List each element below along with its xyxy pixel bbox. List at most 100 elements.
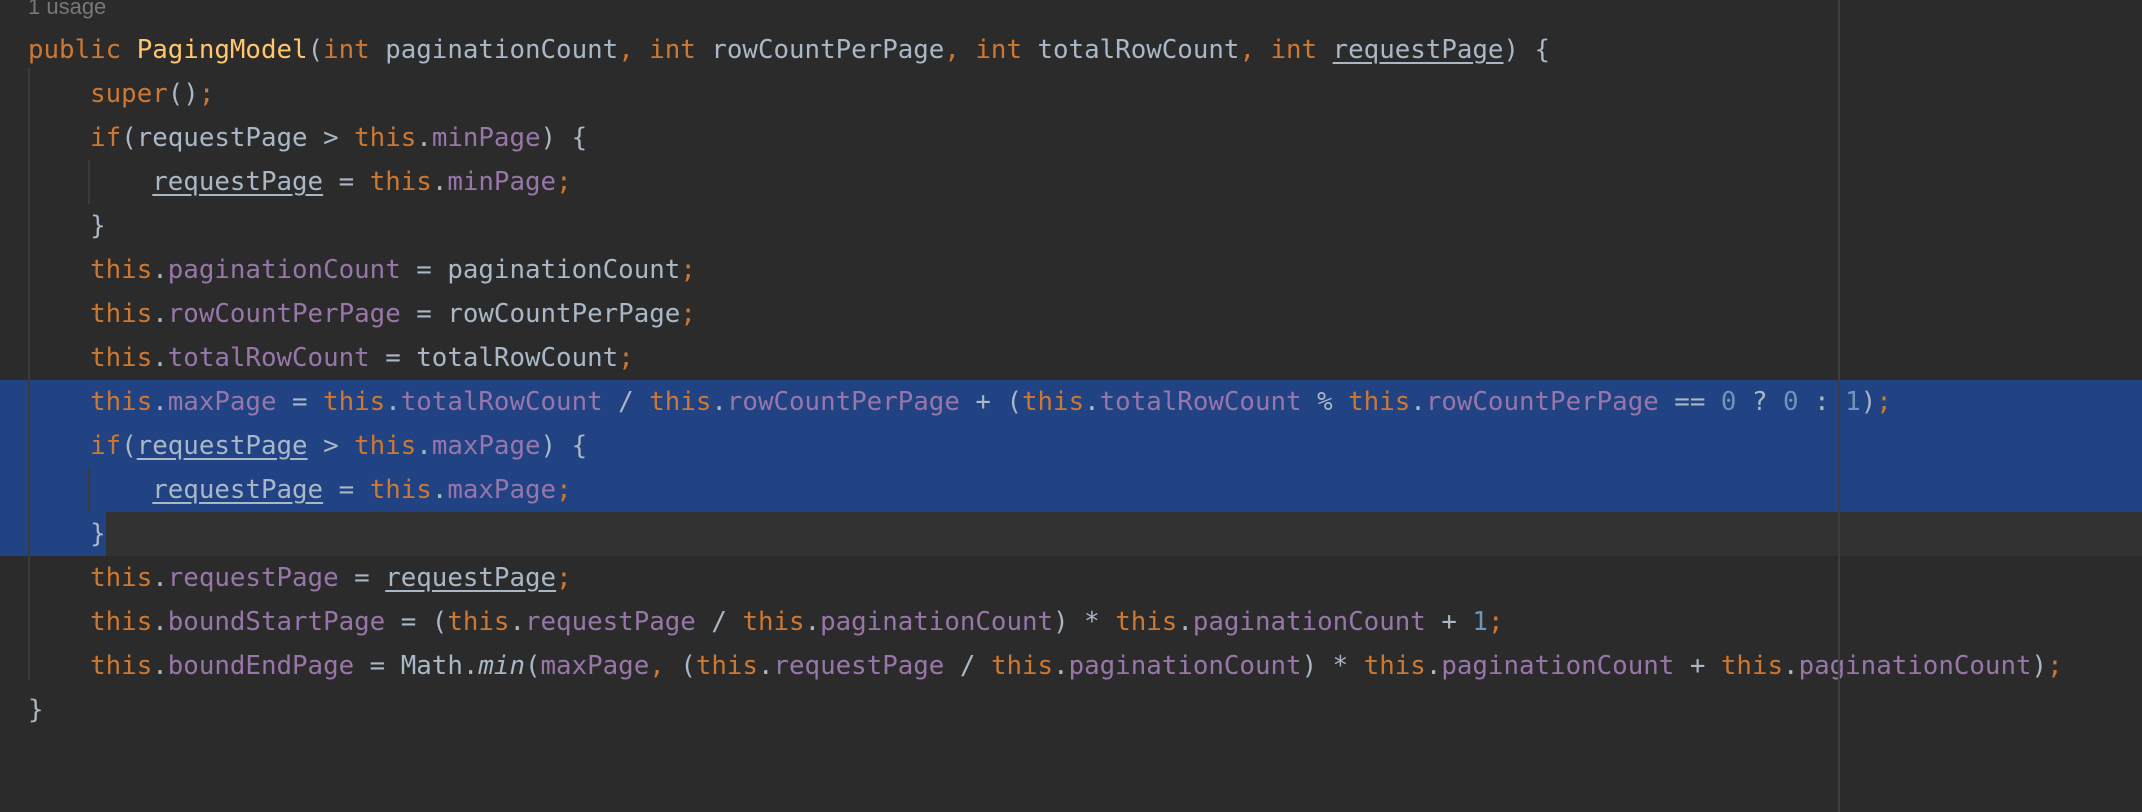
code-editor[interactable]: 1 usage public PagingModel(int paginatio… [0,0,2142,812]
code-token: 1 [1472,607,1488,637]
code-token: . [152,343,168,373]
code-token: . [1410,387,1426,417]
code-token: maxPage [167,387,277,417]
code-line-1[interactable]: public PagingModel(int paginationCount, … [28,28,1550,72]
code-token: 0 [1783,387,1799,417]
code-token: . [385,387,401,417]
code-token: requestPage [152,475,324,505]
code-token: this [369,475,432,505]
code-token: . [416,123,432,153]
code-line-14[interactable]: this.boundStartPage = (this.requestPage … [28,600,1503,644]
code-token: this [1115,607,1178,637]
code-token: ; [556,563,572,593]
code-token: if [90,123,122,153]
code-token: . [152,651,168,681]
code-token: this [90,343,153,373]
code-token: this [742,607,805,637]
code-line-9[interactable]: this.maxPage = this.totalRowCount / this… [28,380,1892,424]
code-token: . [1053,651,1069,681]
code-token: + ( [959,387,1022,417]
code-token: this [1022,387,1085,417]
code-token: this [90,563,153,593]
code-token: / [602,387,650,417]
code-token: minPage [431,123,541,153]
code-token: ( [121,431,137,461]
code-line-3[interactable]: if(requestPage > this.minPage) { [28,116,587,160]
code-line-11[interactable]: requestPage = this.maxPage; [28,468,571,512]
code-token: ; [2047,651,2063,681]
code-token: = totalRowCount [369,343,619,373]
code-line-15[interactable]: this.boundEndPage = Math.min(maxPage, (t… [28,644,2063,688]
code-token: min [478,651,525,681]
code-token: maxPage [447,475,557,505]
code-token: . [804,607,821,637]
code-token: this [1348,387,1411,417]
code-token: totalRowCount [400,387,603,417]
code-token: = rowCountPerPage [400,299,681,329]
code-token: super [90,79,168,109]
code-line-16[interactable]: } [28,688,44,732]
code-line-2[interactable]: super(); [28,72,214,116]
code-token: ) { [540,123,588,153]
code-token: this [90,255,153,285]
code-token: ; [618,343,634,373]
right-margin-guide [1838,0,1840,812]
code-token: requestPage [152,167,324,197]
code-token: if [90,431,122,461]
code-token: / [944,651,991,681]
code-line-10[interactable]: if(requestPage > this.maxPage) { [28,424,587,468]
code-token: 0 [1720,387,1737,417]
code-token: rowCountPerPage [167,299,401,329]
code-token: = ( [385,607,448,637]
code-line-6[interactable]: this.paginationCount = paginationCount; [28,248,696,292]
code-token: maxPage [431,431,541,461]
code-token: maxPage [540,651,650,681]
code-token: } [28,211,106,241]
code-token: paginationCount [1798,651,2032,681]
code-line-4[interactable]: requestPage = this.minPage; [28,160,571,204]
code-line-7[interactable]: this.rowCountPerPage = rowCountPerPage; [28,292,696,336]
usage-hint[interactable]: 1 usage [28,0,106,22]
code-token: this [649,387,712,417]
code-token: ; [680,255,696,285]
code-line-5[interactable]: } [28,204,106,248]
code-token: this [354,123,417,153]
code-token: ( [307,35,324,65]
code-token: requestPage [1332,35,1504,65]
code-token: rowCountPerPage [726,387,960,417]
code-token: , [618,35,650,65]
code-token: , [649,651,681,681]
code-token: int [975,35,1038,65]
code-token: ) * [1301,651,1364,681]
code-token: rowCountPerPage [711,35,945,65]
code-token: public [28,35,137,65]
caret-line-highlight [0,512,2142,556]
code-line-8[interactable]: this.totalRowCount = totalRowCount; [28,336,634,380]
code-token: ; [680,299,696,329]
code-token: requestPage [773,651,945,681]
code-token: paginationCount [385,35,619,65]
code-token: paginationCount [820,607,1054,637]
code-token: this [90,607,153,637]
code-line-13[interactable]: this.requestPage = requestPage; [28,556,572,600]
code-token: ? [1736,387,1784,417]
code-token: this [1720,651,1784,681]
code-line-12[interactable]: } [28,512,106,556]
code-token: ; [1487,607,1504,637]
code-token: totalRowCount [1037,35,1240,65]
code-token: > [307,431,355,461]
code-token: = [323,167,370,197]
code-token: . [152,607,168,637]
code-token: } [28,519,106,549]
code-token: . [757,651,774,681]
code-token: this [90,651,153,681]
code-token: requestPage [385,563,557,593]
code-token: this [695,651,758,681]
